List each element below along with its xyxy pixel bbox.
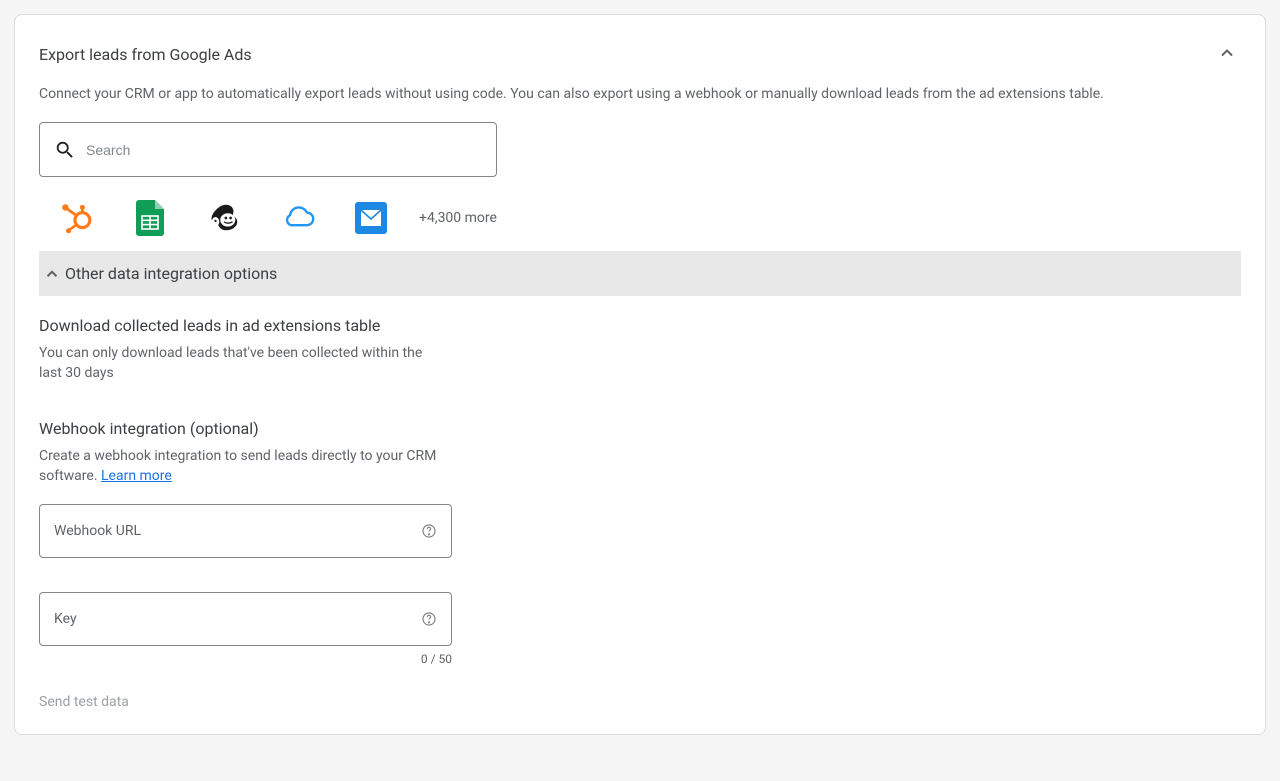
learn-more-link[interactable]: Learn more	[101, 468, 172, 484]
integrations-row: +4,300 more	[15, 201, 1265, 251]
webhook-key-field[interactable]: Key	[39, 592, 452, 646]
webhook-key-label: Key	[54, 611, 77, 627]
search-icon	[54, 139, 76, 161]
webhook-section: Webhook integration (optional) Create a …	[15, 383, 1265, 486]
integration-mailchimp[interactable]	[207, 201, 241, 235]
card-description: Connect your CRM or app to automatically…	[15, 84, 1265, 122]
webhook-heading: Webhook integration (optional)	[39, 419, 1241, 438]
integration-email[interactable]	[355, 202, 387, 234]
card-title: Export leads from Google Ads	[39, 45, 252, 64]
collapse-card-button[interactable]	[1213, 39, 1241, 70]
mailchimp-icon	[207, 200, 241, 236]
webhook-description-text: Create a webhook integration to send lea…	[39, 448, 436, 484]
webhook-url-field-wrap: Webhook URL	[39, 504, 452, 558]
cloud-icon	[281, 204, 315, 232]
export-leads-card: Export leads from Google Ads Connect you…	[14, 14, 1266, 735]
download-description: You can only download leads that've been…	[39, 343, 439, 383]
integrations-more-label[interactable]: +4,300 more	[419, 210, 497, 226]
search-field[interactable]	[39, 122, 497, 177]
webhook-key-field-wrap: Key 0 / 50	[39, 592, 452, 666]
search-input[interactable]	[86, 142, 482, 158]
key-char-count: 0 / 50	[39, 652, 452, 666]
send-test-data-button[interactable]: Send test data	[15, 666, 1265, 710]
hubspot-icon	[59, 201, 93, 235]
integration-hubspot[interactable]	[59, 201, 93, 235]
webhook-url-field[interactable]: Webhook URL	[39, 504, 452, 558]
chevron-up-icon	[43, 265, 61, 283]
google-sheets-icon	[136, 200, 164, 236]
other-options-toggle[interactable]: Other data integration options	[39, 251, 1241, 296]
card-header: Export leads from Google Ads	[15, 39, 1265, 84]
help-icon[interactable]	[421, 523, 437, 539]
download-heading: Download collected leads in ad extension…	[39, 316, 1241, 335]
help-icon[interactable]	[421, 611, 437, 627]
download-section: Download collected leads in ad extension…	[15, 296, 1265, 383]
email-icon	[361, 210, 381, 226]
integration-cloud[interactable]	[281, 201, 315, 235]
chevron-up-icon	[1217, 43, 1237, 63]
webhook-url-label: Webhook URL	[54, 523, 141, 539]
other-options-label: Other data integration options	[65, 264, 277, 283]
integration-google-sheets[interactable]	[133, 201, 167, 235]
webhook-description: Create a webhook integration to send lea…	[39, 446, 439, 486]
